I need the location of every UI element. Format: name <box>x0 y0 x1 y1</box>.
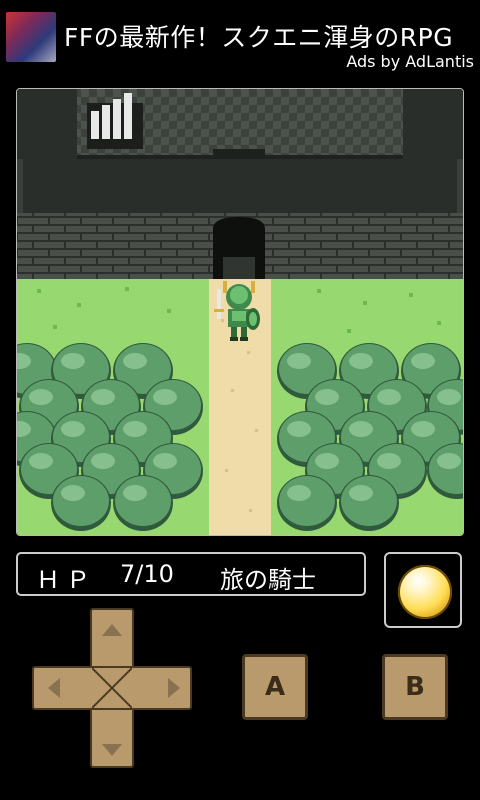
arrow-right-icon <box>168 678 180 698</box>
dpad-up-button[interactable] <box>90 608 134 666</box>
ad-attribution: Ads by AdLantis <box>346 52 474 71</box>
a-button[interactable]: A <box>242 654 308 720</box>
hp-value: 7/10 <box>120 560 174 588</box>
ad-thumbnail[interactable] <box>6 12 56 62</box>
ad-banner[interactable]: FFの最新作！スクエニ渾身のRPG Ads by AdLantis <box>0 0 480 80</box>
orb-button[interactable] <box>384 552 462 628</box>
orb-icon <box>398 565 452 619</box>
b-button-label: B <box>405 672 425 702</box>
character-name: 旅の騎士 <box>220 566 316 594</box>
status-bar: ＨＰ 7/10 旅の騎士 <box>16 552 366 596</box>
castle-wall <box>17 213 463 279</box>
arrow-down-icon <box>102 744 122 756</box>
dpad-center <box>91 667 133 709</box>
a-button-label: A <box>264 672 286 702</box>
ad-headline[interactable]: FFの最新作！スクエニ渾身のRPG <box>64 18 453 54</box>
arrow-up-icon <box>102 624 122 636</box>
dpad-down-button[interactable] <box>90 710 134 768</box>
arrow-left-icon <box>48 678 60 698</box>
game-viewport[interactable] <box>16 88 464 536</box>
dpad-left-button[interactable] <box>32 666 90 710</box>
dpad-right-button[interactable] <box>134 666 192 710</box>
hp-label: ＨＰ <box>36 566 96 594</box>
dpad <box>32 608 192 768</box>
b-button[interactable]: B <box>382 654 448 720</box>
